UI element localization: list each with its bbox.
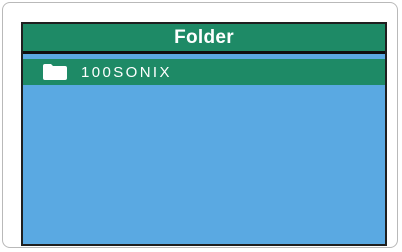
folder-screen: Folder 100SONIX bbox=[21, 22, 387, 246]
device-frame: Folder 100SONIX bbox=[2, 2, 398, 248]
folder-item-label: 100SONIX bbox=[81, 63, 172, 81]
folder-item-100sonix[interactable]: 100SONIX bbox=[23, 59, 385, 85]
screen-title: Folder bbox=[174, 26, 234, 48]
title-bar: Folder bbox=[23, 24, 385, 54]
folder-icon bbox=[43, 64, 67, 80]
folder-list: 100SONIX bbox=[23, 59, 385, 85]
